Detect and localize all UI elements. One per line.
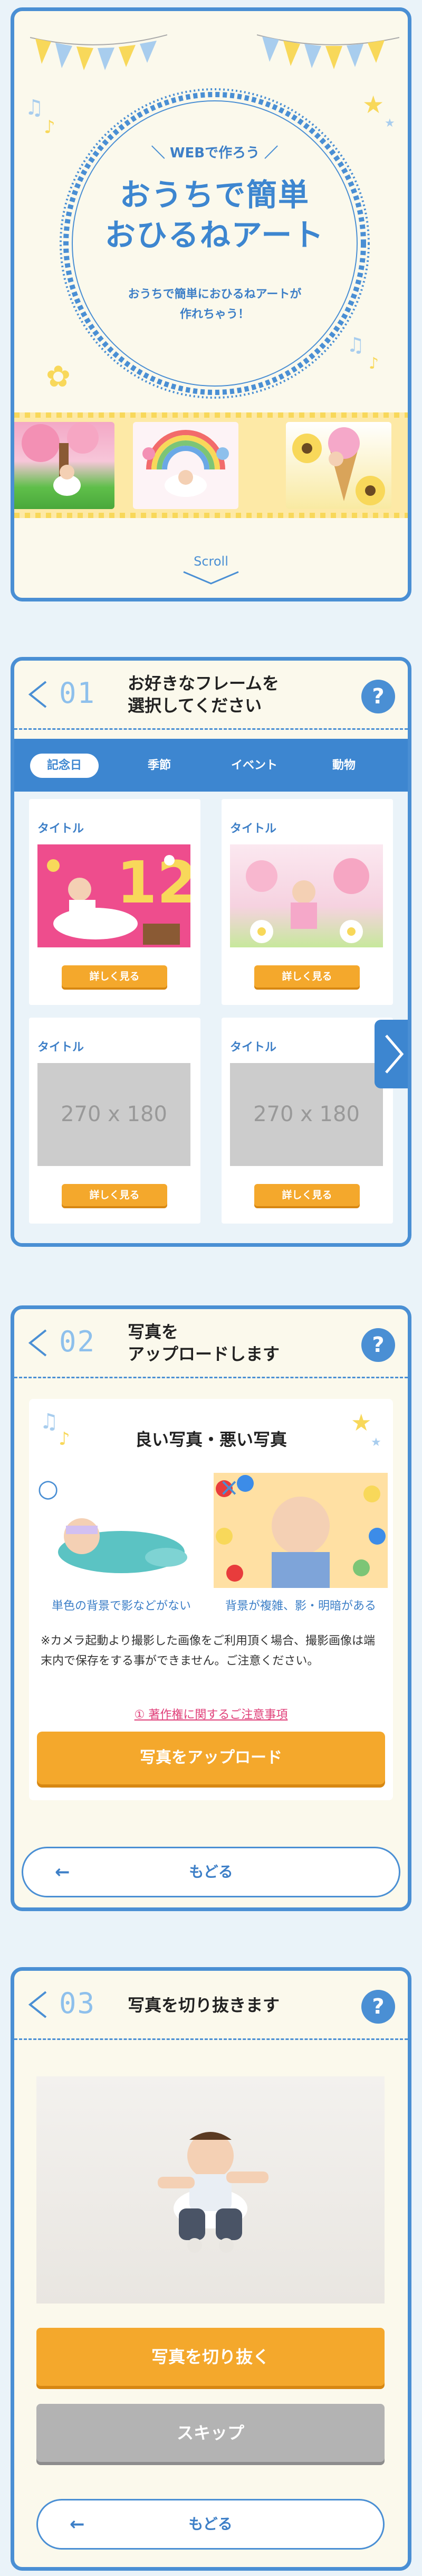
back-button[interactable]: ← もどる [36,2499,385,2550]
tab-animal[interactable]: 動物 [315,754,373,778]
back-chevron-icon[interactable] [26,679,49,710]
back-button[interactable]: ← もどる [22,1847,400,1897]
frame-thumbnail-placeholder: 270 x 180 [37,1063,190,1166]
step-number: 02 [59,1325,96,1358]
step-number: 01 [59,676,96,710]
header-divider [14,1377,408,1378]
help-button[interactable]: ? [361,1328,395,1362]
frame-title: タイトル [37,822,84,835]
step-title: 写真を アップロードします [128,1322,280,1364]
frame-title: タイトル [230,822,277,835]
hero-description: おうちで簡単におひるねアートが 作れちゃう！ [128,288,302,321]
music-note-icon: ♫ [25,96,44,120]
sample-photo-cherry-blossom [14,422,114,509]
frame-card[interactable]: タイトル 270 x 180 詳しく見る [222,1018,393,1224]
step2-header: 02 写真を アップロードします ? [14,1309,408,1378]
chevron-down-icon [183,571,239,585]
bunting-left-decoration [30,32,167,80]
copyright-notice-link[interactable]: ① 著作権に関するご注意事項 [29,1705,393,1722]
scroll-button[interactable]: Scroll [14,554,408,586]
step-title: 写真を切り抜きます [128,1995,280,2015]
help-button[interactable]: ? [361,1990,395,2024]
tab-season[interactable]: 季節 [130,754,188,778]
step3-photo-crop: 03 写真を切り抜きます ? 写真を切り抜く スキップ ← もどる [11,1967,411,2571]
detail-button[interactable]: 詳しく見る [62,965,167,988]
crop-photo-button[interactable]: 写真を切り抜く [36,2328,385,2386]
hero-title-ring: ＼ WEBで作ろう ／ おうちで簡単 おひるねアート おうちで簡単におひるねアー… [56,85,373,402]
detail-button[interactable]: 詳しく見る [254,965,360,988]
step3-header: 03 写真を切り抜きます ? [14,1971,408,2040]
good-mark-icon: ○ [37,1474,59,1502]
back-chevron-icon[interactable] [26,1327,49,1359]
camera-note: ※カメラ起動より撮影した画像をご利用頂く場合、撮影画像は端末内で保存をする事がで… [41,1634,375,1668]
arrow-left-icon: ← [70,2514,85,2535]
skip-button[interactable]: スキップ [36,2404,385,2462]
detail-button[interactable]: 詳しく見る [254,1184,360,1206]
svg-text:12: 12 [117,849,190,916]
star-icon: ★ [385,117,395,130]
chevron-right-icon [385,1035,404,1074]
crop-preview-image[interactable] [36,2076,385,2304]
step1-header: 01 お好きなフレームを 選択してください ? [14,661,408,730]
header-divider [14,2038,408,2040]
frame-title: タイトル [37,1041,84,1054]
tab-event[interactable]: イベント [220,754,289,778]
good-photo-example: ○ [34,1473,208,1588]
hero-tagline: ＼ WEBで作ろう ／ [151,145,279,161]
sample-photo-ice-cream [286,422,391,509]
frame-thumbnail-placeholder: 270 x 180 [230,1063,383,1166]
step2-photo-upload: 02 写真を アップロードします ? ♫ ♪ ★ ★ 良い写真・悪い写真 ○ ×… [11,1305,411,1911]
sample-photo-rainbow [133,422,238,509]
frame-thumbnail: 12 [37,844,190,947]
frame-grid: タイトル 12 詳しく見る タイトル 詳しく見る タイトル 270 x 180 … [14,792,408,1243]
good-bad-title: 良い写真・悪い写真 [135,1430,287,1450]
music-note-icon: ♪ [44,117,55,138]
help-button[interactable]: ? [361,680,395,713]
category-tabbar: 記念日 季節 イベント 動物 [14,739,408,792]
header-divider [14,728,408,730]
tab-anniversary[interactable]: 記念日 [30,754,99,778]
next-page-button[interactable] [375,1020,408,1088]
hero-section: ♫ ♪ ★ ★ ✿ ♫ ♪ ＼ WEBで作ろう ／ おうちで簡単 おひるねアート… [11,7,411,601]
photo-guide-panel: ♫ ♪ ★ ★ 良い写真・悪い写真 ○ × 単色の背景で影などがない 背景が複雑… [29,1399,393,1800]
arrow-left-icon: ← [55,1862,70,1883]
upload-photo-button[interactable]: 写真をアップロード [37,1732,385,1784]
good-photo-caption: 単色の背景で影などがない [51,1600,191,1613]
frame-title: タイトル [230,1041,277,1054]
frame-card[interactable]: タイトル 詳しく見る [222,799,393,1005]
frame-thumbnail [230,844,383,947]
detail-button[interactable]: 詳しく見る [62,1184,167,1206]
bad-photo-caption: 背景が複雑、影・明暗がある [225,1600,376,1613]
sample-photo-strip [14,412,408,518]
step-title: お好きなフレームを 選択してください [128,673,280,716]
step-number: 03 [59,1987,96,2020]
hero-title: おうちで簡単 おひるねアート [104,177,325,253]
bad-photo-example: × [214,1473,388,1588]
bunting-right-decoration [257,32,399,80]
step1-frame-select: 01 お好きなフレームを 選択してください ? 記念日 季節 イベント 動物 タ… [11,657,411,1247]
frame-card[interactable]: タイトル 270 x 180 詳しく見る [29,1018,200,1224]
back-chevron-icon[interactable] [26,1989,49,2020]
frame-card[interactable]: タイトル 12 詳しく見る [29,799,200,1005]
bad-mark-icon: × [219,1473,239,1501]
